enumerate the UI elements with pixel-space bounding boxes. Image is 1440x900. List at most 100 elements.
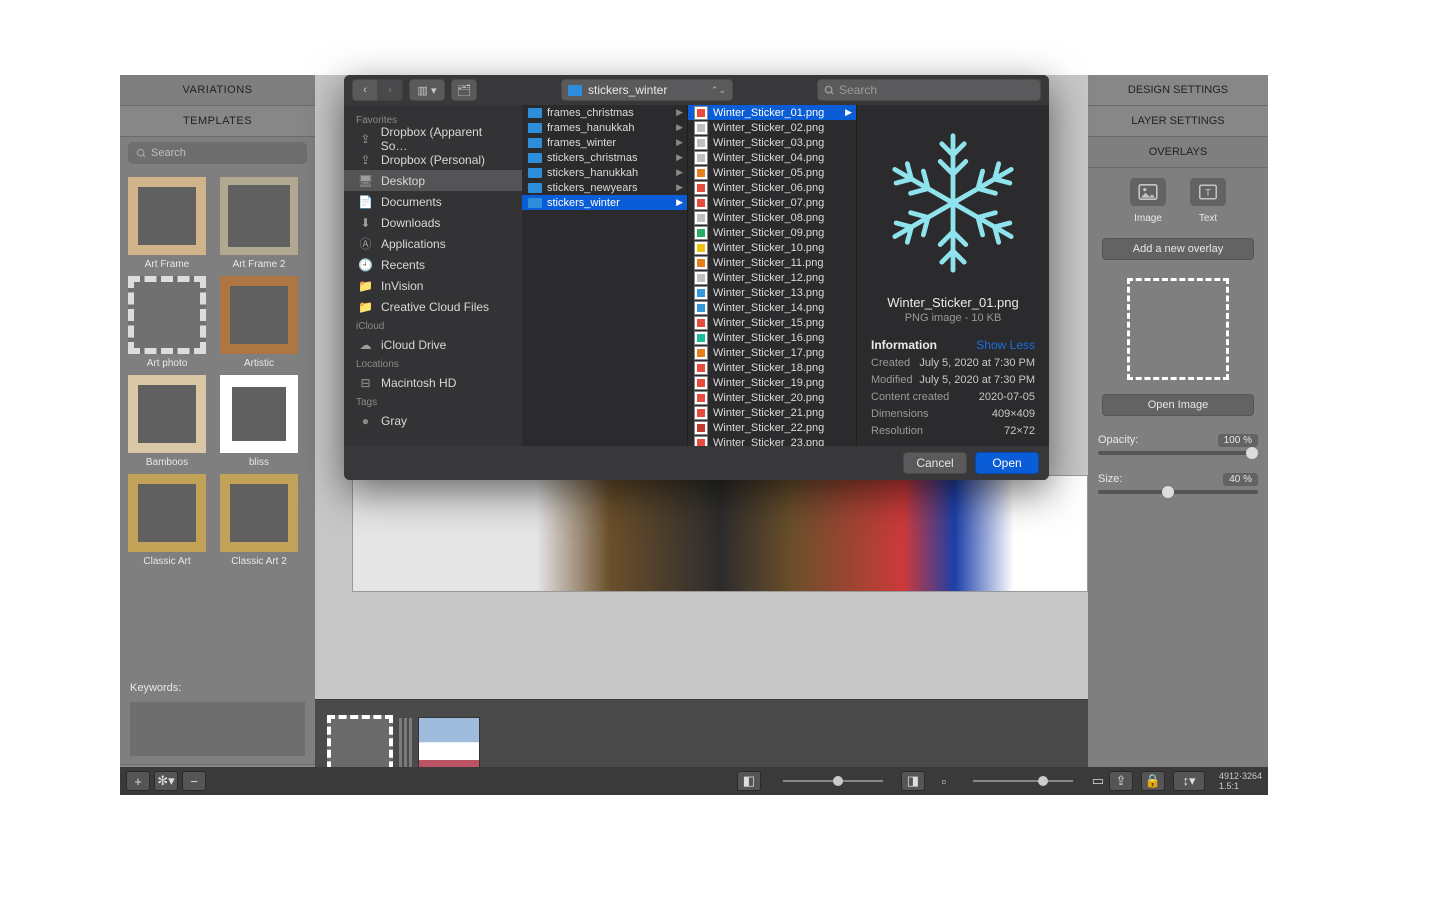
file-item[interactable]: Winter_Sticker_17.png: [688, 345, 856, 360]
file-item[interactable]: Winter_Sticker_11.png: [688, 255, 856, 270]
file-item[interactable]: Winter_Sticker_05.png: [688, 165, 856, 180]
template-item[interactable]: Classic Art: [126, 474, 208, 567]
column-files: Winter_Sticker_01.png▶Winter_Sticker_02.…: [688, 105, 857, 446]
view-mode-c[interactable]: ▫: [937, 772, 951, 790]
opacity-slider[interactable]: [1098, 451, 1258, 455]
file-item[interactable]: Winter_Sticker_23.png: [688, 435, 856, 446]
tab-overlays[interactable]: OVERLAYS: [1088, 137, 1268, 168]
overlay-preview[interactable]: [1127, 278, 1229, 380]
template-item[interactable]: bliss: [218, 375, 300, 468]
sidebar-item[interactable]: 🖥Desktop: [344, 170, 522, 191]
open-image-button[interactable]: Open Image: [1102, 394, 1254, 416]
zoom-slider-2[interactable]: [973, 780, 1073, 782]
export-button[interactable]: ⇪: [1109, 771, 1133, 791]
view-mode-a[interactable]: ◧: [737, 771, 761, 791]
fit-button[interactable]: ↕▾: [1173, 771, 1205, 791]
view-mode-d[interactable]: ▭: [1091, 772, 1105, 790]
file-item[interactable]: Winter_Sticker_19.png: [688, 375, 856, 390]
file-item[interactable]: Winter_Sticker_06.png: [688, 180, 856, 195]
file-item[interactable]: Winter_Sticker_15.png: [688, 315, 856, 330]
sidebar-item[interactable]: 📄Documents: [344, 191, 522, 212]
show-less-button[interactable]: Show Less: [976, 338, 1035, 352]
file-item[interactable]: Winter_Sticker_01.png▶: [688, 105, 856, 120]
dialog-search-input[interactable]: Search: [817, 79, 1041, 101]
sidebar-item[interactable]: ☁iCloud Drive: [344, 334, 522, 355]
nav-back-button[interactable]: ‹: [352, 79, 378, 101]
folder-item[interactable]: stickers_hanukkah▶: [522, 165, 687, 180]
sidebar-item[interactable]: 📁InVision: [344, 275, 522, 296]
folder-item[interactable]: frames_winter▶: [522, 135, 687, 150]
folder-item[interactable]: frames_christmas▶: [522, 105, 687, 120]
tab-design-settings[interactable]: DESIGN SETTINGS: [1088, 75, 1268, 106]
sidebar-item[interactable]: 📁Creative Cloud Files: [344, 296, 522, 317]
folder-item[interactable]: stickers_winter▶: [522, 195, 687, 210]
chevron-right-icon: ▶: [676, 152, 683, 163]
remove-button[interactable]: −: [182, 771, 206, 791]
preview-filename: Winter_Sticker_01.png: [871, 295, 1035, 310]
folder-item[interactable]: frames_hanukkah▶: [522, 120, 687, 135]
file-item[interactable]: Winter_Sticker_03.png: [688, 135, 856, 150]
tab-variations[interactable]: VARIATIONS: [120, 75, 315, 106]
file-item[interactable]: Winter_Sticker_02.png: [688, 120, 856, 135]
file-item[interactable]: Winter_Sticker_07.png: [688, 195, 856, 210]
group-button[interactable]: 🗂: [451, 79, 477, 101]
location-icon: 🕘: [358, 258, 373, 271]
size-value[interactable]: 40: [1229, 474, 1240, 485]
preview-subtitle: PNG image - 10 KB: [871, 312, 1035, 324]
view-mode-b[interactable]: ◨: [901, 771, 925, 791]
file-item[interactable]: Winter_Sticker_13.png: [688, 285, 856, 300]
sidebar-item[interactable]: ⬇Downloads: [344, 212, 522, 233]
folder-item[interactable]: stickers_newyears▶: [522, 180, 687, 195]
template-item[interactable]: Bamboos: [126, 375, 208, 468]
templates-search-input[interactable]: Search: [128, 142, 307, 164]
file-icon: [694, 106, 708, 120]
file-item[interactable]: Winter_Sticker_21.png: [688, 405, 856, 420]
sidebar-item[interactable]: ⇪Dropbox (Apparent So…: [344, 128, 522, 149]
template-item[interactable]: Art Frame 2: [218, 177, 300, 270]
sidebar-item[interactable]: ⊟Macintosh HD: [344, 372, 522, 393]
file-item[interactable]: Winter_Sticker_20.png: [688, 390, 856, 405]
share-icon: ⇪: [1116, 773, 1127, 789]
open-button[interactable]: Open: [975, 452, 1039, 474]
location-icon: ⇪: [358, 132, 373, 145]
file-item[interactable]: Winter_Sticker_10.png: [688, 240, 856, 255]
template-item[interactable]: Art photo: [126, 276, 208, 369]
file-item[interactable]: Winter_Sticker_16.png: [688, 330, 856, 345]
file-icon: [694, 181, 708, 195]
gear-button[interactable]: ✻▾: [154, 771, 178, 791]
overlay-type-text[interactable]: T Text: [1182, 178, 1234, 224]
path-popup[interactable]: stickers_winter ⌃⌄: [561, 79, 733, 101]
file-item[interactable]: Winter_Sticker_09.png: [688, 225, 856, 240]
keywords-input[interactable]: [130, 702, 305, 756]
folder-item[interactable]: stickers_christmas▶: [522, 150, 687, 165]
sidebar-item[interactable]: 🕘Recents: [344, 254, 522, 275]
file-item[interactable]: Winter_Sticker_12.png: [688, 270, 856, 285]
view-mode-button[interactable]: ▥ ▾: [409, 79, 445, 101]
template-item[interactable]: Classic Art 2: [218, 474, 300, 567]
file-item[interactable]: Winter_Sticker_04.png: [688, 150, 856, 165]
tab-templates[interactable]: TEMPLATES: [120, 106, 315, 137]
tag-dot-icon: ●: [358, 414, 373, 427]
cancel-button[interactable]: Cancel: [903, 452, 967, 474]
file-item[interactable]: Winter_Sticker_08.png: [688, 210, 856, 225]
overlay-type-image[interactable]: Image: [1122, 178, 1174, 224]
location-icon: 🖥: [358, 174, 373, 187]
zoom-slider-1[interactable]: [783, 780, 883, 782]
sidebar-item[interactable]: ●Gray: [344, 410, 522, 431]
add-button[interactable]: +: [126, 771, 150, 791]
tab-layer-settings[interactable]: LAYER SETTINGS: [1088, 106, 1268, 137]
folder-icon: [528, 198, 542, 208]
dialog-footer: Cancel Open: [344, 446, 1049, 480]
opacity-value[interactable]: 100: [1224, 435, 1241, 446]
add-overlay-button[interactable]: Add a new overlay: [1102, 238, 1254, 260]
lock-button[interactable]: 🔒: [1141, 771, 1165, 791]
template-item[interactable]: Art Frame: [126, 177, 208, 270]
file-icon: [694, 196, 708, 210]
file-item[interactable]: Winter_Sticker_22.png: [688, 420, 856, 435]
size-slider[interactable]: [1098, 490, 1258, 494]
nav-forward-button[interactable]: ›: [378, 79, 403, 101]
template-item[interactable]: Artistic: [218, 276, 300, 369]
file-item[interactable]: Winter_Sticker_18.png: [688, 360, 856, 375]
sidebar-item[interactable]: ⒶApplications: [344, 233, 522, 254]
file-item[interactable]: Winter_Sticker_14.png: [688, 300, 856, 315]
